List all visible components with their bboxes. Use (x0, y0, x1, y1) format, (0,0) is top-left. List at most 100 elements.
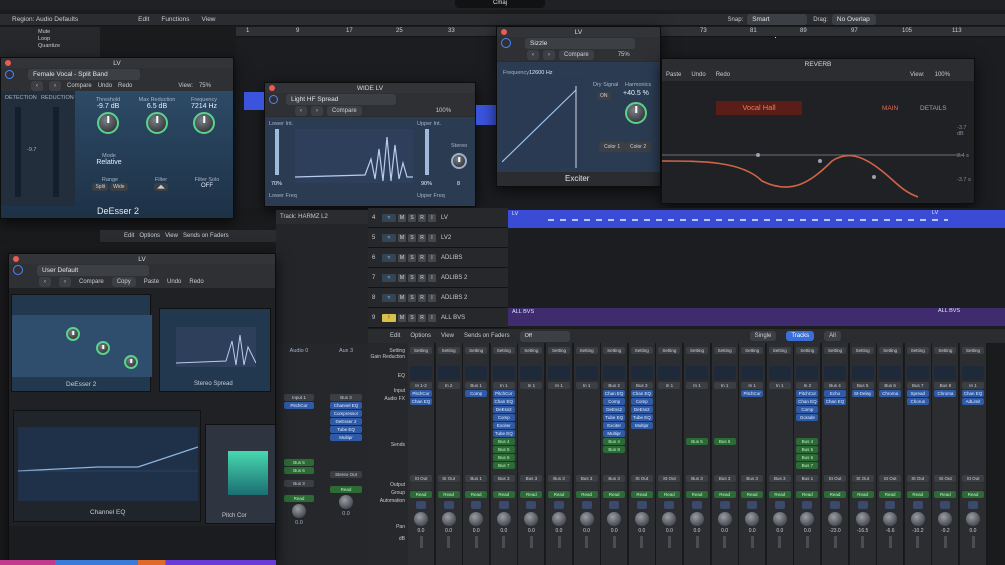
pan-knob[interactable] (496, 512, 511, 526)
close-icon[interactable] (5, 60, 11, 66)
fx-slot[interactable] (548, 398, 570, 405)
rec-button[interactable]: R (418, 273, 426, 282)
send-slot[interactable] (934, 438, 956, 445)
all-button[interactable]: All (824, 331, 841, 341)
output-slot[interactable]: Bus 3 (492, 475, 515, 482)
mixer-view-menu[interactable]: View (441, 333, 454, 339)
prev-preset-button[interactable]: ‹ (39, 277, 51, 287)
fx-slot[interactable]: Multipr (330, 434, 362, 441)
reverb-titlebar[interactable]: REVERB (662, 59, 974, 69)
send-slot[interactable]: Bus 5 (284, 459, 314, 466)
functions-menu[interactable]: Functions (161, 16, 189, 23)
group-slot[interactable] (658, 483, 681, 490)
fx-slot[interactable] (769, 398, 791, 405)
automation-slot[interactable]: Read (603, 491, 626, 498)
rec-button[interactable]: R (418, 253, 426, 262)
link-icon[interactable] (498, 501, 509, 509)
eq-thumbnail[interactable] (934, 366, 957, 380)
group-slot[interactable] (465, 483, 488, 490)
fx-slot[interactable]: Tube EQ (603, 414, 626, 421)
link-icon[interactable] (774, 501, 785, 509)
output-slot[interactable]: Bus 3 (284, 480, 314, 487)
fx-slot[interactable] (824, 414, 846, 421)
undo-button[interactable]: Undo (691, 72, 705, 78)
send-slot[interactable] (548, 454, 570, 461)
eq-thumbnail[interactable] (603, 366, 626, 380)
fx-slot[interactable]: DeEss2 (603, 406, 626, 413)
pan-knob[interactable] (634, 512, 649, 526)
fx-slot[interactable]: Chan EQ (410, 398, 432, 405)
solo-button[interactable]: S (408, 313, 416, 322)
drag-select[interactable]: No Overlap (831, 14, 876, 25)
track-name[interactable]: LV (441, 215, 448, 221)
pan-knob[interactable] (414, 512, 428, 526)
chanel-eq-thumbnail[interactable]: Channel EQ (13, 410, 201, 522)
paste-button[interactable]: Paste (666, 72, 681, 78)
setting-button[interactable]: Setting (686, 347, 708, 354)
fx-slot[interactable] (934, 414, 956, 421)
send-slot[interactable] (520, 446, 542, 453)
fx-slot[interactable] (576, 398, 598, 405)
fx-slot[interactable]: Chroma (934, 390, 957, 397)
send-slot[interactable] (852, 446, 874, 453)
region-strip[interactable] (476, 105, 498, 125)
send-slot[interactable] (410, 438, 432, 445)
fader[interactable] (447, 536, 451, 548)
send-slot[interactable]: Bus 6 (492, 454, 515, 461)
send-slot[interactable] (520, 454, 542, 461)
fx-slot[interactable] (879, 414, 901, 421)
solo-button[interactable]: S (408, 253, 416, 262)
output-slot[interactable]: St Out (962, 475, 984, 482)
send-slot[interactable] (658, 438, 680, 445)
fx-slot[interactable] (852, 406, 874, 413)
send-slot[interactable] (465, 438, 487, 445)
preset-select[interactable]: Light HF Spread (286, 93, 396, 105)
close-icon[interactable] (501, 29, 507, 35)
send-slot[interactable] (438, 462, 460, 469)
fx-slot[interactable] (769, 414, 791, 421)
all-lead-region[interactable] (244, 92, 264, 110)
send-slot[interactable] (824, 462, 846, 469)
input-monitor-button[interactable]: I (428, 273, 436, 282)
solo-button[interactable]: S (408, 233, 416, 242)
next-preset-button[interactable]: › (59, 277, 71, 287)
send-slot[interactable] (548, 438, 570, 445)
output-slot[interactable]: St Out (437, 475, 460, 482)
fx-slot[interactable] (465, 422, 487, 429)
send-slot[interactable] (962, 462, 984, 469)
pan-knob[interactable] (938, 512, 953, 526)
send-slot[interactable]: Bus 5 (492, 446, 515, 453)
send-slot[interactable] (962, 454, 984, 461)
fx-slot[interactable] (548, 414, 570, 421)
output-slot[interactable]: Bus 3 (575, 475, 598, 482)
track-row[interactable]: 8 ≈ M S R I ADLIBS 2 (368, 288, 508, 308)
filter-button[interactable]: ◢◣ (154, 183, 168, 191)
fx-slot[interactable]: Chan EQ (492, 398, 515, 405)
paste-button[interactable]: Paste (144, 279, 159, 285)
automation-slot[interactable]: Read (741, 491, 764, 498)
close-icon[interactable] (13, 256, 19, 262)
output-slot[interactable]: Bus 3 (520, 475, 543, 482)
group-slot[interactable] (851, 483, 874, 490)
fx-slot[interactable] (465, 406, 487, 413)
power-icon[interactable] (5, 69, 14, 79)
pan-knob[interactable] (717, 512, 732, 526)
fx-slot[interactable] (769, 390, 791, 397)
send-slot[interactable] (631, 438, 653, 445)
fx-slot[interactable] (410, 422, 432, 429)
tracks-button[interactable]: Tracks (786, 331, 815, 341)
send-slot[interactable] (520, 438, 542, 445)
fx-slot[interactable]: Channel EQ (330, 402, 362, 409)
eq-thumbnail[interactable] (658, 366, 681, 380)
preset-select[interactable]: User Default (37, 264, 149, 276)
fx-slot[interactable] (548, 390, 570, 397)
next-preset-button[interactable]: › (543, 50, 555, 60)
fx-slot[interactable] (934, 406, 956, 413)
fx-slot[interactable]: PitchCor (741, 390, 764, 397)
lv-region[interactable]: LV LV (508, 210, 1005, 228)
fx-slot[interactable] (741, 414, 763, 421)
track-name[interactable]: LV2 (441, 235, 451, 241)
fx-slot[interactable] (714, 422, 736, 429)
fader[interactable] (723, 536, 727, 548)
send-slot[interactable] (438, 446, 460, 453)
